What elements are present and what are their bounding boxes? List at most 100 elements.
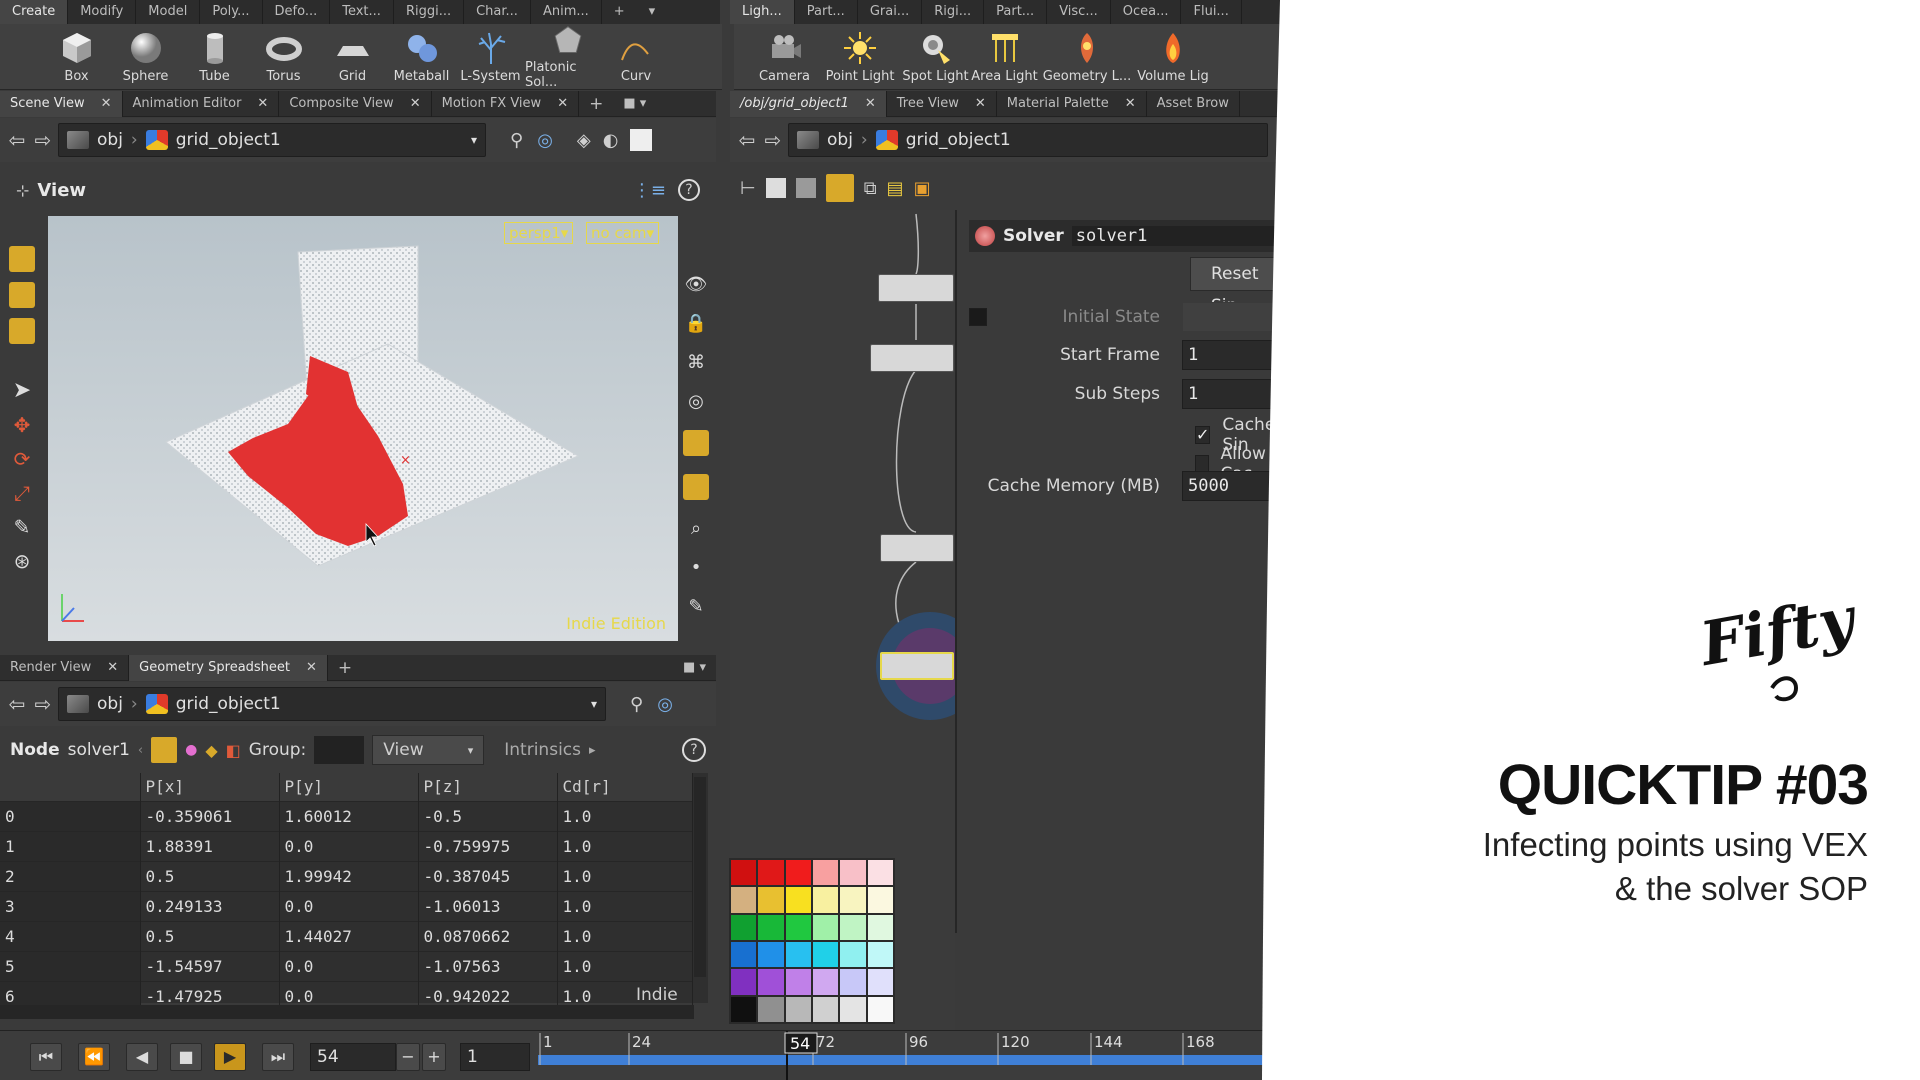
cache-simulation-checkbox[interactable]: ✓ — [1195, 426, 1211, 444]
intrinsics-label[interactable]: Intrinsics — [504, 740, 581, 760]
color-swatch[interactable] — [813, 996, 839, 1022]
tab-animation-editor[interactable]: Animation Editor ✕ — [123, 90, 280, 117]
color-swatch[interactable] — [785, 996, 811, 1022]
tool-lsystem[interactable]: L-System — [456, 24, 525, 90]
path-selector[interactable]: obj › grid_object1 — [788, 123, 1268, 157]
jump-start-icon[interactable]: ⏮ — [30, 1043, 62, 1071]
increment-frame-icon[interactable]: + — [422, 1043, 446, 1071]
shelf-tab-poly[interactable]: Poly... — [200, 0, 263, 24]
pin-icon[interactable]: ⚲ — [630, 694, 643, 715]
vertices-attribute-icon[interactable]: ● — [185, 742, 197, 758]
tool-box[interactable]: Box — [42, 24, 111, 90]
shelf-tab-particles[interactable]: Part... — [795, 0, 858, 24]
tool-grid[interactable]: Grid — [318, 24, 387, 90]
pane-menu-icon[interactable]: ■ ▾ — [673, 655, 716, 681]
color-swatch[interactable] — [867, 996, 893, 1022]
shelf-tab-texture[interactable]: Text... — [330, 0, 394, 24]
tool-spot-light[interactable]: Spot Light — [901, 24, 970, 90]
path-selector[interactable]: obj › grid_object1 ▾ — [58, 687, 606, 721]
color-swatch[interactable] — [758, 887, 784, 913]
tab-network-view[interactable]: /obj/grid_object1 ✕ — [730, 90, 887, 117]
shelf-tab-create[interactable]: Create — [0, 0, 69, 24]
initial-state-toggle[interactable] — [969, 308, 987, 326]
grid-view-icon[interactable] — [825, 174, 854, 202]
shelf-tab-fluids[interactable]: Flui... — [1181, 0, 1242, 24]
close-icon[interactable]: ✕ — [865, 91, 876, 117]
color-swatch[interactable] — [785, 860, 811, 886]
wireframe-icon[interactable]: ◎ — [688, 391, 704, 412]
color-swatch[interactable] — [813, 860, 839, 886]
close-icon[interactable]: ✕ — [557, 91, 568, 117]
start-frame-field[interactable]: 1 — [1182, 340, 1280, 370]
color-swatch[interactable] — [758, 941, 784, 968]
link-icon[interactable]: ◎ — [657, 694, 673, 715]
back-arrow-icon[interactable]: ⇦ — [6, 692, 28, 716]
table-row[interactable]: 4 0.5 1.44027 0.0870662 1.0 — [0, 920, 693, 951]
node-attribwrangle[interactable] — [878, 274, 954, 302]
color-swatch[interactable] — [785, 969, 811, 995]
table-row[interactable]: 2 0.5 1.99942 -0.387045 1.0 — [0, 860, 693, 891]
geometry-mode-icon[interactable] — [9, 318, 35, 344]
point-display-icon[interactable]: • — [691, 557, 702, 578]
tool-geometry-light[interactable]: Geometry L... — [1039, 24, 1135, 90]
color-swatch[interactable] — [758, 860, 784, 886]
detail-attribute-icon[interactable]: ◧ — [226, 741, 241, 760]
timeline-track[interactable]: 1 24 72 96 120 144 168 54 — [538, 1031, 1280, 1080]
primitives-attribute-icon[interactable]: ◆ — [205, 741, 217, 760]
color-swatch[interactable] — [840, 969, 866, 995]
view-tool-icon[interactable]: ⊛ — [14, 549, 31, 573]
color-swatch[interactable] — [840, 941, 866, 968]
scale-icon[interactable]: ⤢ — [14, 481, 30, 505]
move-icon[interactable]: ✥ — [14, 413, 31, 437]
color-swatch[interactable] — [731, 969, 757, 995]
close-icon[interactable]: ✕ — [107, 655, 118, 681]
tool-camera[interactable]: Camera — [750, 24, 819, 90]
help-icon[interactable]: ? — [682, 738, 706, 762]
view-select[interactable]: View ▾ — [372, 735, 485, 765]
close-icon[interactable]: ✕ — [1125, 91, 1136, 117]
tab-render-view[interactable]: Render View ✕ — [0, 654, 130, 681]
color-swatch[interactable] — [867, 941, 893, 968]
initial-state-field[interactable] — [1182, 302, 1280, 332]
column-header[interactable]: Cd[r] — [557, 773, 693, 801]
color-swatch[interactable] — [785, 941, 811, 968]
path-root[interactable]: obj — [97, 130, 123, 150]
back-arrow-icon[interactable]: ⇦ — [736, 128, 758, 152]
tab-scene-view[interactable]: Scene View ✕ — [0, 90, 123, 117]
shelf-tab-character[interactable]: Char... — [464, 0, 531, 24]
points-attribute-icon[interactable] — [151, 737, 178, 763]
color-swatch[interactable] — [813, 969, 839, 995]
sticky-note-icon[interactable]: ▤ — [887, 178, 904, 199]
color-swatch[interactable] — [758, 969, 784, 995]
shelf-tab-deform[interactable]: Defo... — [263, 0, 331, 24]
path-selector[interactable]: obj › grid_object1 ▾ — [58, 123, 486, 157]
tab-asset-browser[interactable]: Asset Brow — [1147, 90, 1240, 117]
table-row[interactable]: 3 0.249133 0.0 -1.06013 1.0 — [0, 890, 693, 921]
chevron-down-icon[interactable]: ▾ — [471, 133, 477, 147]
close-icon[interactable]: ✕ — [975, 91, 986, 117]
column-header[interactable]: P[x] — [140, 773, 280, 801]
tab-geometry-spreadsheet[interactable]: Geometry Spreadsheet ✕ — [129, 654, 328, 681]
forward-arrow-icon[interactable]: ⇨ — [32, 692, 54, 716]
table-row[interactable]: 5 -1.54597 0.0 -1.07563 1.0 — [0, 950, 693, 981]
color-swatch[interactable] — [785, 887, 811, 913]
column-header[interactable] — [0, 773, 141, 801]
group-field[interactable] — [314, 736, 365, 764]
color-swatch[interactable] — [867, 914, 893, 940]
shading-mode-icon[interactable] — [683, 474, 709, 500]
color-swatch[interactable] — [867, 969, 893, 995]
tree-icon[interactable]: ⊢ — [740, 178, 756, 199]
current-frame-field[interactable]: 54 — [310, 1043, 396, 1071]
visibility-icon[interactable]: 👁 — [685, 274, 708, 295]
camera-menu[interactable]: persp1▾ — [504, 222, 574, 244]
brush-icon[interactable]: ✎ — [688, 596, 703, 617]
jump-end-icon[interactable]: ⏭ — [262, 1043, 294, 1071]
shelf-tab-particle-fluids[interactable]: Part... — [984, 0, 1048, 24]
path-root[interactable]: obj — [97, 694, 123, 714]
play-icon[interactable]: ▶ — [214, 1043, 246, 1071]
color-swatch[interactable] — [840, 887, 866, 913]
color-swatch[interactable] — [785, 914, 811, 940]
sub-steps-field[interactable]: 1 — [1182, 379, 1280, 409]
shelf-menu-icon[interactable]: ▾ — [637, 0, 668, 24]
color-swatch[interactable] — [813, 887, 839, 913]
